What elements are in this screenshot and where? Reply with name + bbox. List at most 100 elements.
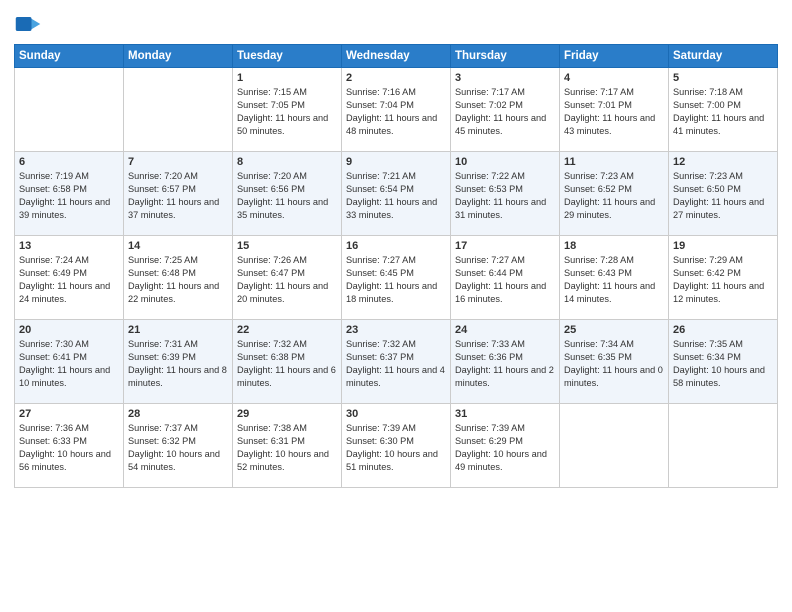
cell-content: Sunrise: 7:17 AM Sunset: 7:02 PM Dayligh… [455,86,555,138]
day-number: 4 [564,72,664,84]
calendar-cell [124,68,233,152]
day-number: 1 [237,72,337,84]
cell-content: Sunrise: 7:26 AM Sunset: 6:47 PM Dayligh… [237,254,337,306]
day-number: 6 [19,156,119,168]
calendar-cell: 29 Sunrise: 7:38 AM Sunset: 6:31 PM Dayli… [233,404,342,488]
cell-content: Sunrise: 7:21 AM Sunset: 6:54 PM Dayligh… [346,170,446,222]
cell-content: Sunrise: 7:32 AM Sunset: 6:37 PM Dayligh… [346,338,446,390]
calendar-cell: 9 Sunrise: 7:21 AM Sunset: 6:54 PM Daylig… [342,152,451,236]
col-header-monday: Monday [124,45,233,68]
day-number: 19 [673,240,773,252]
cell-content: Sunrise: 7:29 AM Sunset: 6:42 PM Dayligh… [673,254,773,306]
day-number: 16 [346,240,446,252]
cell-content: Sunrise: 7:39 AM Sunset: 6:29 PM Dayligh… [455,422,555,474]
cell-content: Sunrise: 7:20 AM Sunset: 6:57 PM Dayligh… [128,170,228,222]
calendar-cell: 21Sunrise: 7:31 AM Sunset: 6:39 PM Dayli… [124,320,233,404]
day-number: 10 [455,156,555,168]
col-header-sunday: Sunday [15,45,124,68]
day-number: 7 [128,156,228,168]
calendar-cell: 15 Sunrise: 7:26 AM Sunset: 6:47 PM Dayli… [233,236,342,320]
cell-content: Sunrise: 7:23 AM Sunset: 6:52 PM Dayligh… [564,170,664,222]
calendar-cell: 24 Sunrise: 7:33 AM Sunset: 6:36 PM Dayli… [451,320,560,404]
cell-content: Sunrise: 7:24 AM Sunset: 6:49 PM Dayligh… [19,254,119,306]
calendar-cell: 26 Sunrise: 7:35 AM Sunset: 6:34 PM Dayli… [669,320,778,404]
cell-content: Sunrise: 7:32 AM Sunset: 6:38 PM Dayligh… [237,338,337,390]
calendar-cell: 23Sunrise: 7:32 AM Sunset: 6:37 PM Dayli… [342,320,451,404]
cell-content: Sunrise: 7:25 AM Sunset: 6:48 PM Dayligh… [128,254,228,306]
calendar-cell: 30 Sunrise: 7:39 AM Sunset: 6:30 PM Dayli… [342,404,451,488]
cell-content: Sunrise: 7:23 AM Sunset: 6:50 PM Dayligh… [673,170,773,222]
calendar-cell: 17 Sunrise: 7:27 AM Sunset: 6:44 PM Dayli… [451,236,560,320]
day-number: 26 [673,324,773,336]
calendar-cell: 14Sunrise: 7:25 AM Sunset: 6:48 PM Dayli… [124,236,233,320]
cell-content: Sunrise: 7:34 AM Sunset: 6:35 PM Dayligh… [564,338,664,390]
day-number: 12 [673,156,773,168]
cell-content: Sunrise: 7:28 AM Sunset: 6:43 PM Dayligh… [564,254,664,306]
day-number: 11 [564,156,664,168]
calendar-cell: 3 Sunrise: 7:17 AM Sunset: 7:02 PM Daylig… [451,68,560,152]
calendar-week-row: 1 Sunrise: 7:15 AM Sunset: 7:05 PM Daylig… [15,68,778,152]
cell-content: Sunrise: 7:15 AM Sunset: 7:05 PM Dayligh… [237,86,337,138]
calendar-week-row: 27Sunrise: 7:36 AM Sunset: 6:33 PM Dayli… [15,404,778,488]
calendar-cell: 28Sunrise: 7:37 AM Sunset: 6:32 PM Dayli… [124,404,233,488]
calendar-cell: 22 Sunrise: 7:32 AM Sunset: 6:38 PM Dayli… [233,320,342,404]
calendar-cell: 1 Sunrise: 7:15 AM Sunset: 7:05 PM Daylig… [233,68,342,152]
calendar-cell: 5 Sunrise: 7:18 AM Sunset: 7:00 PM Daylig… [669,68,778,152]
cell-content: Sunrise: 7:38 AM Sunset: 6:31 PM Dayligh… [237,422,337,474]
calendar-header-row: SundayMondayTuesdayWednesdayThursdayFrid… [15,45,778,68]
day-number: 25 [564,324,664,336]
calendar-week-row: 6 Sunrise: 7:19 AM Sunset: 6:58 PM Daylig… [15,152,778,236]
day-number: 30 [346,408,446,420]
day-number: 15 [237,240,337,252]
cell-content: Sunrise: 7:16 AM Sunset: 7:04 PM Dayligh… [346,86,446,138]
calendar-cell: 20Sunrise: 7:30 AM Sunset: 6:41 PM Dayli… [15,320,124,404]
day-number: 28 [128,408,228,420]
day-number: 3 [455,72,555,84]
calendar-cell [15,68,124,152]
cell-content: Sunrise: 7:22 AM Sunset: 6:53 PM Dayligh… [455,170,555,222]
cell-content: Sunrise: 7:18 AM Sunset: 7:00 PM Dayligh… [673,86,773,138]
calendar-cell: 19 Sunrise: 7:29 AM Sunset: 6:42 PM Dayli… [669,236,778,320]
calendar-cell: 8Sunrise: 7:20 AM Sunset: 6:56 PM Daylig… [233,152,342,236]
day-number: 2 [346,72,446,84]
cell-content: Sunrise: 7:27 AM Sunset: 6:44 PM Dayligh… [455,254,555,306]
col-header-friday: Friday [560,45,669,68]
cell-content: Sunrise: 7:27 AM Sunset: 6:45 PM Dayligh… [346,254,446,306]
calendar-cell: 25 Sunrise: 7:34 AM Sunset: 6:35 PM Dayli… [560,320,669,404]
day-number: 8 [237,156,337,168]
cell-content: Sunrise: 7:31 AM Sunset: 6:39 PM Dayligh… [128,338,228,390]
day-number: 5 [673,72,773,84]
calendar-cell: 13 Sunrise: 7:24 AM Sunset: 6:49 PM Dayli… [15,236,124,320]
calendar-cell [669,404,778,488]
day-number: 22 [237,324,337,336]
day-number: 9 [346,156,446,168]
calendar-cell: 12 Sunrise: 7:23 AM Sunset: 6:50 PM Dayli… [669,152,778,236]
col-header-thursday: Thursday [451,45,560,68]
calendar-cell: 10 Sunrise: 7:22 AM Sunset: 6:53 PM Dayli… [451,152,560,236]
cell-content: Sunrise: 7:35 AM Sunset: 6:34 PM Dayligh… [673,338,773,390]
cell-content: Sunrise: 7:19 AM Sunset: 6:58 PM Dayligh… [19,170,119,222]
calendar-table: SundayMondayTuesdayWednesdayThursdayFrid… [14,44,778,488]
logo-icon [14,10,42,38]
cell-content: Sunrise: 7:17 AM Sunset: 7:01 PM Dayligh… [564,86,664,138]
calendar-cell: 31 Sunrise: 7:39 AM Sunset: 6:29 PM Dayli… [451,404,560,488]
logo [14,10,46,38]
cell-content: Sunrise: 7:30 AM Sunset: 6:41 PM Dayligh… [19,338,119,390]
cell-content: Sunrise: 7:36 AM Sunset: 6:33 PM Dayligh… [19,422,119,474]
cell-content: Sunrise: 7:33 AM Sunset: 6:36 PM Dayligh… [455,338,555,390]
calendar-cell: 11 Sunrise: 7:23 AM Sunset: 6:52 PM Dayli… [560,152,669,236]
day-number: 24 [455,324,555,336]
day-number: 13 [19,240,119,252]
day-number: 17 [455,240,555,252]
calendar-cell: 6 Sunrise: 7:19 AM Sunset: 6:58 PM Daylig… [15,152,124,236]
col-header-saturday: Saturday [669,45,778,68]
day-number: 31 [455,408,555,420]
calendar-cell: 7 Sunrise: 7:20 AM Sunset: 6:57 PM Daylig… [124,152,233,236]
calendar-cell: 18 Sunrise: 7:28 AM Sunset: 6:43 PM Dayli… [560,236,669,320]
day-number: 18 [564,240,664,252]
header [14,10,778,38]
day-number: 29 [237,408,337,420]
cell-content: Sunrise: 7:39 AM Sunset: 6:30 PM Dayligh… [346,422,446,474]
calendar-cell: 27Sunrise: 7:36 AM Sunset: 6:33 PM Dayli… [15,404,124,488]
calendar-week-row: 13 Sunrise: 7:24 AM Sunset: 6:49 PM Dayli… [15,236,778,320]
